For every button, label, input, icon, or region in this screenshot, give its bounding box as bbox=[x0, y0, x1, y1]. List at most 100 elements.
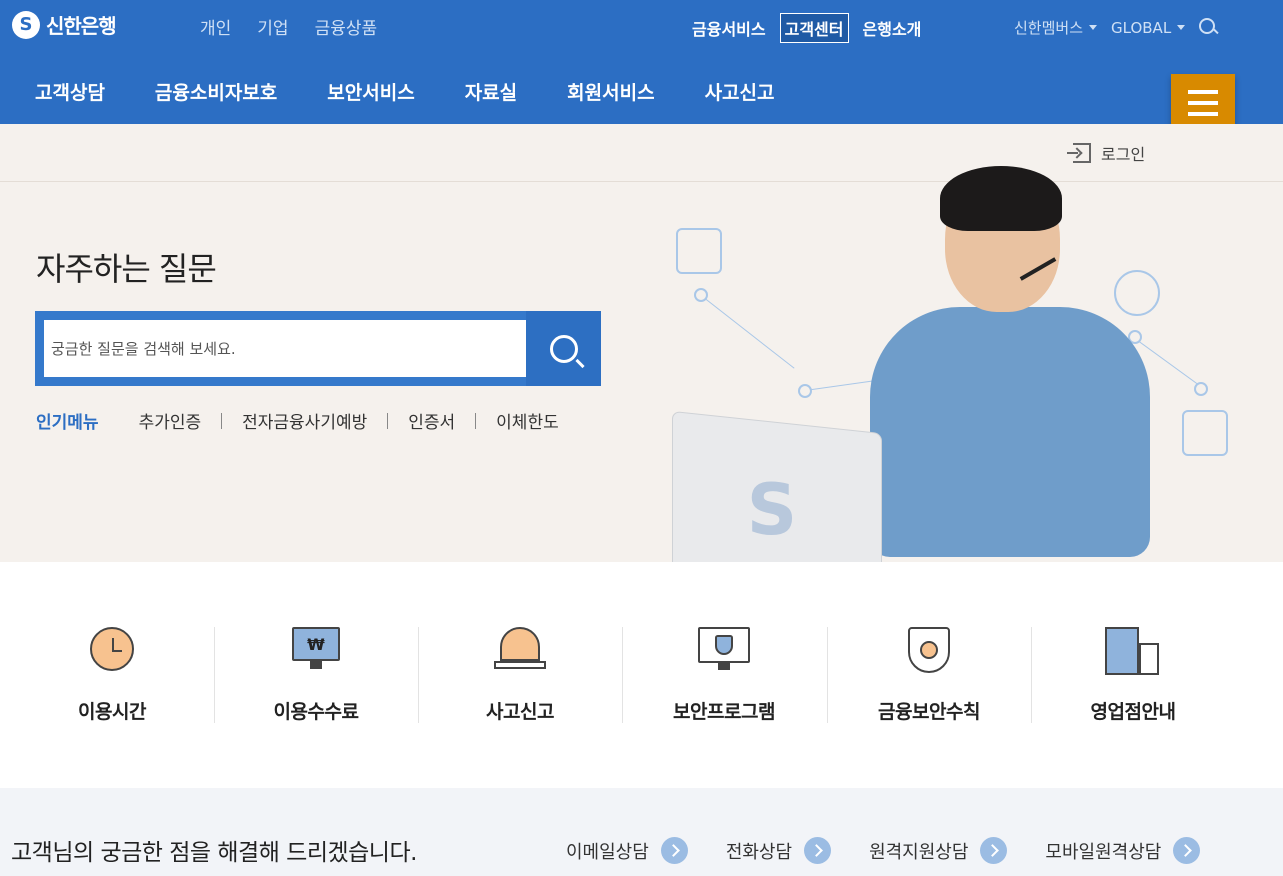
utility-financial-services[interactable]: 금융서비스 bbox=[688, 14, 770, 42]
siren-dome bbox=[500, 627, 540, 661]
hamburger-line bbox=[1188, 90, 1218, 94]
utility-customer-center[interactable]: 고객센터 bbox=[779, 13, 849, 43]
quick-menu: 이용시간 ₩ 이용수수료 사고신고 보안프로그램 금융보안수칙 영업점안내 bbox=[0, 562, 1283, 788]
agent-body bbox=[870, 307, 1150, 557]
chevron-down-icon bbox=[1089, 25, 1098, 30]
utility-about-bank[interactable]: 은행소개 bbox=[859, 14, 926, 42]
logo-mark-icon: S bbox=[12, 10, 40, 39]
quick-item-label: 영업점안내 bbox=[1090, 701, 1176, 723]
main-nav-member-service[interactable]: 회원서비스 bbox=[567, 78, 654, 105]
quick-item-label: 보안프로그램 bbox=[673, 701, 775, 723]
faq-search bbox=[35, 311, 601, 386]
consult-mobile-remote[interactable]: 모바일원격상담 bbox=[1045, 837, 1201, 864]
search-icon bbox=[549, 334, 578, 363]
quick-item-security-rules[interactable]: 금융보안수칙 bbox=[827, 627, 1031, 723]
globe-care-icon bbox=[1114, 270, 1160, 316]
consult-label: 이메일상담 bbox=[566, 841, 649, 863]
main-nav-library[interactable]: 자료실 bbox=[465, 78, 517, 105]
monitor-stand bbox=[310, 661, 322, 669]
consult-strip-title: 고객님의 궁금한 점을 해결해 드리겠습니다. bbox=[11, 840, 417, 866]
search-icon[interactable] bbox=[1199, 17, 1219, 38]
bank-logo-icon: S bbox=[746, 469, 798, 551]
segment-nav: 개인 기업 금융상품 bbox=[200, 14, 377, 39]
arrow-right-icon bbox=[1173, 837, 1201, 864]
siren-base bbox=[494, 661, 546, 669]
hamburger-line bbox=[1188, 112, 1218, 116]
page-title: 자주하는 질문 bbox=[36, 250, 217, 288]
main-nav-accident-report[interactable]: 사고신고 bbox=[705, 78, 775, 105]
quick-item-hours[interactable]: 이용시간 bbox=[10, 627, 214, 723]
building-icon bbox=[1105, 627, 1161, 675]
popular-item-certificate[interactable]: 인증서 bbox=[408, 408, 455, 433]
popular-item-transfer-limit[interactable]: 이체한도 bbox=[496, 408, 559, 433]
quick-item-security-program[interactable]: 보안프로그램 bbox=[622, 627, 826, 723]
main-nav-consumer-protection[interactable]: 금융소비자보호 bbox=[155, 78, 277, 105]
shinhan-members-label: 신한멤버스 bbox=[1014, 19, 1084, 37]
agent-hair bbox=[940, 166, 1062, 231]
divider bbox=[221, 412, 223, 429]
quick-item-label: 금융보안수칙 bbox=[878, 701, 980, 723]
consult-strip: 고객님의 궁금한 점을 해결해 드리겠습니다. 이메일상담 전화상담 원격지원상… bbox=[0, 788, 1283, 876]
divider bbox=[387, 412, 389, 429]
consult-label: 원격지원상담 bbox=[869, 841, 969, 863]
logo-text: 신한은행 bbox=[46, 14, 117, 38]
quick-item-accident-report[interactable]: 사고신고 bbox=[418, 627, 622, 723]
faq-search-button[interactable] bbox=[526, 311, 601, 386]
shield-plus bbox=[920, 641, 938, 659]
faq-search-input[interactable] bbox=[44, 320, 526, 377]
won-monitor-icon: ₩ bbox=[292, 627, 340, 671]
global-label: GLOBAL bbox=[1111, 18, 1172, 37]
consult-email[interactable]: 이메일상담 bbox=[566, 837, 688, 864]
login-label: 로그인 bbox=[1101, 145, 1146, 164]
building-tower bbox=[1105, 627, 1139, 675]
quick-item-label: 사고신고 bbox=[486, 701, 554, 723]
global-dropdown[interactable]: GLOBAL bbox=[1111, 18, 1186, 37]
network-node bbox=[1194, 382, 1208, 396]
shield-icon bbox=[908, 627, 950, 675]
consult-label: 전화상담 bbox=[725, 841, 793, 863]
chevron-down-icon bbox=[1177, 25, 1186, 30]
consult-label: 모바일원격상담 bbox=[1045, 841, 1162, 863]
popular-menu-label: 인기메뉴 bbox=[36, 413, 99, 433]
main-nav-consultation[interactable]: 고객상담 bbox=[35, 78, 105, 105]
segment-products[interactable]: 금융상품 bbox=[315, 14, 378, 39]
quick-item-label: 이용시간 bbox=[78, 701, 146, 723]
consult-remote[interactable]: 원격지원상담 bbox=[869, 837, 1008, 864]
quick-item-branch-guide[interactable]: 영업점안내 bbox=[1031, 627, 1235, 723]
consult-links: 이메일상담 전화상담 원격지원상담 모바일원격상담 bbox=[566, 837, 1201, 864]
siren-icon bbox=[494, 627, 546, 671]
popular-menu: 인기메뉴 추가인증 전자금융사기예방 인증서 이체한도 bbox=[36, 408, 559, 433]
presentation-icon bbox=[1182, 410, 1228, 456]
person-care-icon bbox=[676, 228, 722, 274]
network-node bbox=[798, 384, 812, 398]
main-nav-security-service[interactable]: 보안서비스 bbox=[327, 78, 414, 105]
quick-item-label: 이용수수료 bbox=[273, 701, 359, 723]
quick-item-fees[interactable]: ₩ 이용수수료 bbox=[214, 627, 418, 723]
external-nav: 신한멤버스 GLOBAL bbox=[1014, 17, 1219, 38]
logo[interactable]: S 신한은행 bbox=[12, 10, 117, 39]
hero-section: 로그인 자주하는 질문 인기메뉴 추가인증 전자금융사기예방 인증서 이체한도 bbox=[0, 124, 1283, 594]
top-bar: S 신한은행 개인 기업 금융상품 금융서비스 고객센터 은행소개 신한멤버스 … bbox=[0, 0, 1283, 132]
building-annex bbox=[1139, 643, 1159, 675]
monitor-stand bbox=[718, 663, 730, 670]
login-link[interactable]: 로그인 bbox=[1067, 141, 1146, 165]
popular-item-additional-auth[interactable]: 추가인증 bbox=[139, 408, 202, 433]
secure-monitor-icon bbox=[698, 627, 750, 671]
shinhan-members-dropdown[interactable]: 신한멤버스 bbox=[1014, 17, 1098, 38]
utility-nav: 금융서비스 고객센터 은행소개 bbox=[688, 13, 925, 43]
shield-check bbox=[715, 635, 733, 655]
clock-icon bbox=[90, 627, 134, 671]
consult-phone[interactable]: 전화상담 bbox=[725, 837, 832, 864]
hamburger-line bbox=[1188, 101, 1218, 105]
network-line bbox=[699, 294, 795, 369]
main-nav: 고객상담 금융소비자보호 보안서비스 자료실 회원서비스 사고신고 bbox=[35, 78, 774, 105]
segment-personal[interactable]: 개인 bbox=[200, 14, 231, 39]
segment-business[interactable]: 기업 bbox=[257, 14, 288, 39]
network-node bbox=[694, 288, 708, 302]
popular-item-fraud-prevention[interactable]: 전자금융사기예방 bbox=[242, 408, 367, 433]
arrow-right-icon bbox=[660, 837, 688, 864]
arrow-right-icon bbox=[804, 837, 832, 864]
login-icon bbox=[1067, 143, 1091, 163]
arrow-right-icon bbox=[980, 837, 1008, 864]
won-symbol: ₩ bbox=[292, 627, 340, 661]
